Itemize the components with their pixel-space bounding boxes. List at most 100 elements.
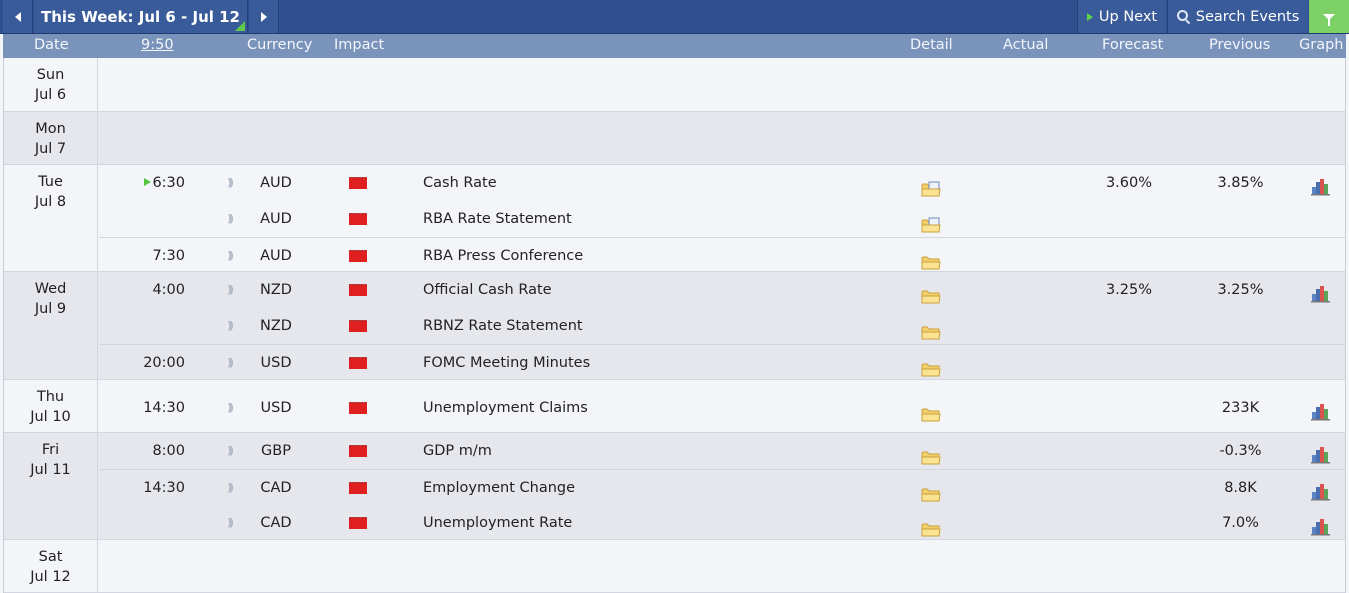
event-title[interactable]: Unemployment Rate: [423, 505, 743, 541]
bar-chart-icon[interactable]: [1310, 479, 1332, 501]
sound-alert-icon[interactable]: ))): [219, 433, 239, 469]
event-row[interactable]: ))) CAD Unemployment Rate 7.0%: [99, 505, 1345, 541]
folder-icon[interactable]: [921, 515, 941, 537]
up-next-button[interactable]: Up Next: [1077, 0, 1166, 33]
high-impact-icon: [348, 516, 368, 529]
column-header-row: Date 9:50 Currency Impact Detail Actual …: [3, 34, 1346, 58]
day-date: Jul 9: [34, 301, 67, 317]
event-forecast: [1094, 201, 1164, 237]
high-impact-icon: [348, 444, 368, 457]
calendar-toolbar: This Week: Jul 6 - Jul 12 Up Next Search…: [0, 0, 1349, 34]
event-title[interactable]: FOMC Meeting Minutes: [423, 345, 743, 381]
event-currency: GBP: [261, 443, 291, 459]
day-row: Wed Jul 9 4:00))) NZD Official Cash Rate 3.25…: [4, 272, 1345, 380]
sound-alert-icon[interactable]: ))): [219, 308, 239, 344]
bar-chart-icon[interactable]: [1310, 174, 1332, 196]
folder-doc-icon[interactable]: [921, 211, 941, 233]
event-title[interactable]: Official Cash Rate: [423, 272, 743, 308]
event-forecast: [1094, 308, 1164, 344]
event-row[interactable]: 6:30))) AUD Cash Rate 3.60% 3.85%: [99, 165, 1345, 201]
event-currency: CAD: [260, 515, 292, 531]
sound-alert-icon[interactable]: ))): [219, 470, 239, 506]
day-date: Jul 10: [30, 409, 71, 425]
up-next-marker-icon: [144, 178, 152, 186]
event-row[interactable]: 7:30))) AUD RBA Press Conference: [99, 237, 1345, 273]
event-title[interactable]: GDP m/m: [423, 433, 743, 469]
folder-icon[interactable]: [921, 355, 941, 377]
bar-chart-icon[interactable]: [1310, 442, 1332, 464]
high-impact-icon: [348, 356, 368, 369]
folder-icon[interactable]: [921, 282, 941, 304]
event-row[interactable]: 8:00))) GBP GDP m/m -0.3%: [99, 433, 1345, 469]
event-title[interactable]: RBA Press Conference: [423, 238, 743, 274]
calendar-grid: Sun Jul 6 Mon Jul 7 Tue Jul 8 6:30))) AUD Cash R…: [3, 58, 1346, 593]
event-row[interactable]: ))) AUD RBA Rate Statement: [99, 201, 1345, 237]
sound-alert-icon[interactable]: ))): [219, 165, 239, 201]
column-graph: Graph: [1299, 37, 1344, 53]
folder-icon[interactable]: [921, 318, 941, 340]
folder-icon[interactable]: [921, 443, 941, 465]
column-actual: Actual: [1003, 37, 1049, 53]
event-previous: -0.3%: [1219, 443, 1262, 459]
current-time-link[interactable]: 9:50: [141, 34, 174, 58]
sound-alert-icon[interactable]: ))): [219, 505, 239, 541]
chevron-right-icon: [260, 11, 267, 22]
event-time: 8:00: [127, 433, 185, 469]
event-forecast: [1094, 390, 1164, 426]
event-row[interactable]: 14:30))) USD Unemployment Claims 233K: [99, 390, 1345, 426]
bar-chart-icon[interactable]: [1310, 514, 1332, 536]
sound-alert-icon[interactable]: ))): [219, 345, 239, 381]
event-title[interactable]: Cash Rate: [423, 165, 743, 201]
up-next-label: Up Next: [1098, 8, 1158, 25]
event-time-value: 7:30: [152, 248, 185, 264]
bar-chart-icon[interactable]: [1310, 281, 1332, 303]
event-currency: USD: [260, 400, 292, 416]
event-currency: NZD: [260, 318, 292, 334]
previous-week-button[interactable]: [3, 0, 33, 33]
day-row: Sat Jul 12: [4, 540, 1345, 593]
day-row: Fri Jul 11 8:00))) GBP GDP m/m -0.3% 14:30))) C…: [4, 433, 1345, 540]
week-selector[interactable]: This Week: Jul 6 - Jul 12: [34, 0, 248, 33]
event-title[interactable]: RBNZ Rate Statement: [423, 308, 743, 344]
event-time-value: 14:30: [143, 400, 185, 416]
next-week-button[interactable]: [249, 0, 279, 33]
date-cell: Sat Jul 12: [4, 540, 98, 592]
event-title[interactable]: Unemployment Claims: [423, 390, 743, 426]
filter-button[interactable]: [1309, 0, 1349, 33]
folder-icon[interactable]: [921, 248, 941, 270]
day-row: Tue Jul 8 6:30))) AUD Cash Rate 3.60% 3.85%)))…: [4, 165, 1345, 272]
day-row: Mon Jul 7: [4, 112, 1345, 165]
bar-chart-icon[interactable]: [1310, 399, 1332, 421]
search-events-button[interactable]: Search Events: [1167, 0, 1308, 33]
sound-alert-icon[interactable]: ))): [219, 201, 239, 237]
event-row[interactable]: 14:30))) CAD Employment Change 8.8K: [99, 469, 1345, 505]
event-forecast: [1094, 433, 1164, 469]
date-cell: Sun Jul 6: [4, 58, 98, 111]
sound-alert-icon[interactable]: ))): [219, 390, 239, 426]
event-currency: NZD: [260, 282, 292, 298]
event-title[interactable]: RBA Rate Statement: [423, 201, 743, 237]
day-of-week: Thu: [36, 389, 65, 405]
column-currency: Currency: [247, 37, 313, 53]
event-row[interactable]: 20:00))) USD FOMC Meeting Minutes: [99, 344, 1345, 380]
day-row: Thu Jul 10 14:30))) USD Unemployment Claims 2…: [4, 380, 1345, 433]
event-title[interactable]: Employment Change: [423, 470, 743, 506]
search-icon: [1176, 9, 1191, 24]
corner-indicator-icon: [235, 21, 245, 31]
day-row: Sun Jul 6: [4, 58, 1345, 112]
sound-alert-icon[interactable]: ))): [219, 238, 239, 274]
day-of-week: Fri: [41, 442, 60, 458]
event-time: 6:30: [127, 165, 185, 201]
day-of-week: Wed: [34, 281, 67, 297]
event-forecast: 3.60%: [1105, 175, 1153, 191]
event-previous: 3.85%: [1217, 175, 1264, 191]
event-row[interactable]: 4:00))) NZD Official Cash Rate 3.25% 3.25%: [99, 272, 1345, 308]
sound-alert-icon[interactable]: ))): [219, 272, 239, 308]
folder-icon[interactable]: [921, 400, 941, 422]
event-previous: 7.0%: [1222, 515, 1259, 531]
folder-doc-icon[interactable]: [921, 175, 941, 197]
event-time-value: 8:00: [152, 443, 185, 459]
search-events-label: Search Events: [1195, 8, 1300, 25]
folder-icon[interactable]: [921, 480, 941, 502]
event-row[interactable]: ))) NZD RBNZ Rate Statement: [99, 308, 1345, 344]
